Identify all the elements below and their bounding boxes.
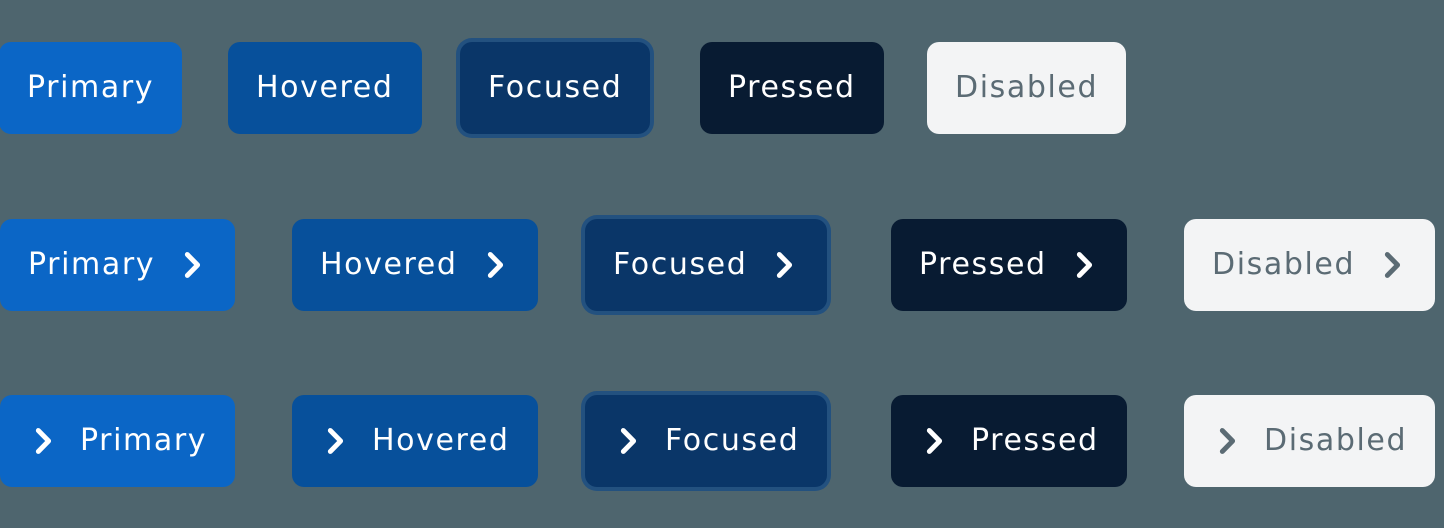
button-primary-trailing-icon[interactable]: Primary <box>0 219 236 311</box>
button-label: Focused <box>488 70 623 105</box>
button-pressed-trailing-icon[interactable]: Pressed <box>891 219 1127 311</box>
button-label: Pressed <box>728 70 856 105</box>
chevron-right-icon <box>177 248 207 282</box>
button-row-trailing-icon: Primary Hovered Focused Pressed Disabled <box>0 219 1444 311</box>
button-pressed-leading-icon[interactable]: Pressed <box>891 395 1127 487</box>
button-disabled-leading-icon: Disabled <box>1184 395 1436 487</box>
chevron-right-icon <box>1212 424 1242 458</box>
button-primary-label-only[interactable]: Primary <box>0 42 183 134</box>
button-label: Disabled <box>1212 247 1356 282</box>
button-row-leading-icon: Primary Hovered Focused Pressed Disabled <box>0 395 1444 487</box>
button-label: Pressed <box>971 423 1099 458</box>
button-states-specimen: Primary Hovered Focused Pressed Disabled… <box>0 0 1444 528</box>
button-focused-leading-icon[interactable]: Focused <box>585 395 828 487</box>
button-label: Primary <box>27 70 155 105</box>
button-hovered-leading-icon[interactable]: Hovered <box>292 395 538 487</box>
button-label: Hovered <box>320 247 458 282</box>
button-primary-leading-icon[interactable]: Primary <box>0 395 236 487</box>
button-focused-trailing-icon[interactable]: Focused <box>585 219 828 311</box>
button-label: Focused <box>613 247 748 282</box>
button-label: Primary <box>28 247 156 282</box>
chevron-right-icon <box>28 424 58 458</box>
button-disabled-trailing-icon: Disabled <box>1184 219 1436 311</box>
chevron-right-icon <box>320 424 350 458</box>
button-label: Disabled <box>1264 423 1408 458</box>
button-label: Focused <box>665 423 800 458</box>
chevron-right-icon <box>919 424 949 458</box>
button-row-label-only: Primary Hovered Focused Pressed Disabled <box>0 42 1444 134</box>
chevron-right-icon <box>480 248 510 282</box>
button-label: Pressed <box>919 247 1047 282</box>
button-pressed-label-only[interactable]: Pressed <box>700 42 884 134</box>
button-label: Primary <box>80 423 208 458</box>
button-label: Disabled <box>955 70 1099 105</box>
button-hovered-label-only[interactable]: Hovered <box>228 42 422 134</box>
button-label: Hovered <box>256 70 394 105</box>
chevron-right-icon <box>613 424 643 458</box>
chevron-right-icon <box>1377 248 1407 282</box>
button-focused-label-only[interactable]: Focused <box>460 42 651 134</box>
button-disabled-label-only: Disabled <box>927 42 1127 134</box>
chevron-right-icon <box>1069 248 1099 282</box>
chevron-right-icon <box>769 248 799 282</box>
button-label: Hovered <box>372 423 510 458</box>
button-hovered-trailing-icon[interactable]: Hovered <box>292 219 538 311</box>
